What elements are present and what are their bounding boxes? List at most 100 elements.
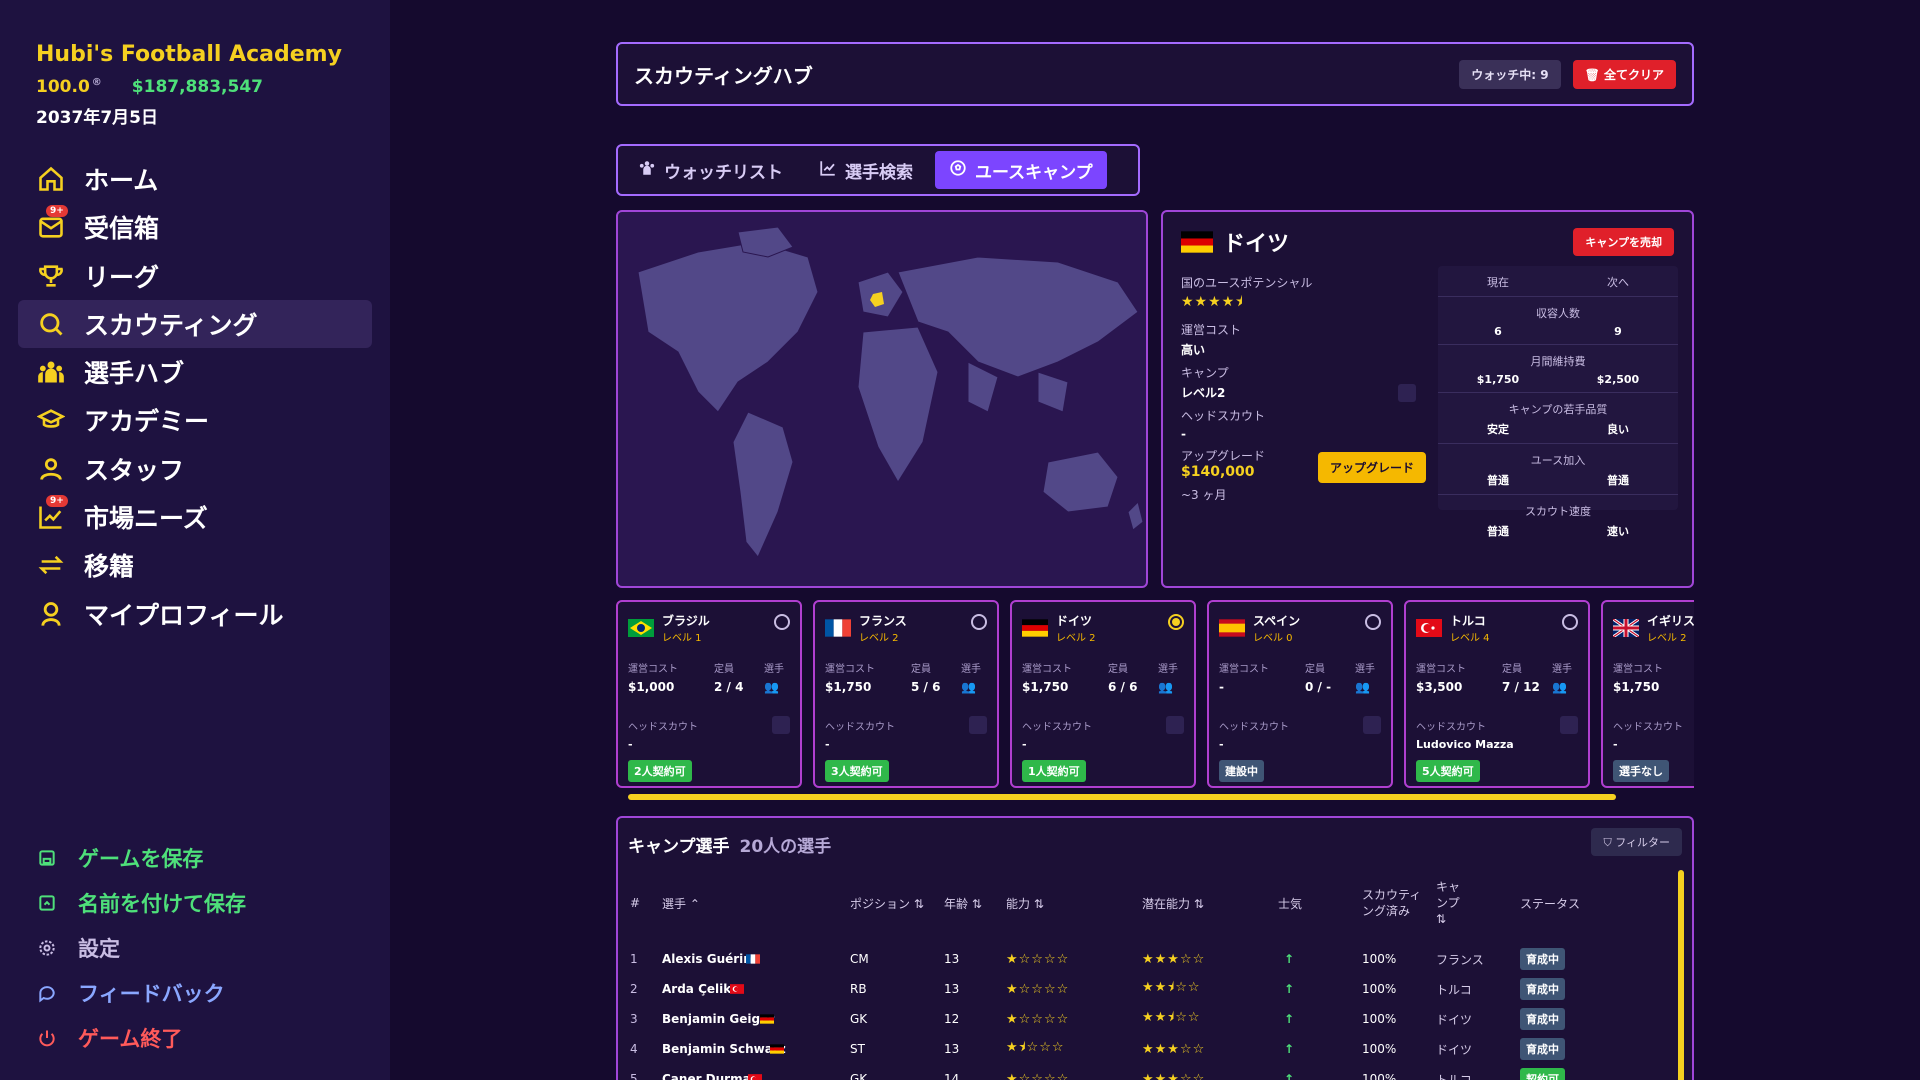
chat-icon [36,982,58,1004]
camp-select-radio[interactable] [774,614,790,630]
camp-stats-table: 現在 次へ 収容人数 69 月間維持費 $1,750 $2,500 キャンプの若手品… [1438,266,1678,538]
nav-market-needs[interactable]: 9+ 市場ニーズ [18,493,372,541]
home-icon [36,164,66,194]
tab-player-search[interactable]: 選手検索 [805,151,927,189]
scrollbar-thumb[interactable] [628,794,1616,800]
headscout-icon[interactable] [772,716,790,734]
nav-scouting[interactable]: スカウティング [18,299,372,348]
quit-game-button[interactable]: ゲーム終了 [36,1015,246,1060]
table-row[interactable]: 2 Arda Çelik RB 13 ★☆☆☆☆ ★★⯨☆☆ ↑ 100% トル… [618,974,1678,1004]
nav-transfer[interactable]: 移籍 [18,541,372,589]
assign-headscout-icon[interactable] [1398,384,1416,402]
profile-icon [36,599,66,629]
sort-age[interactable]: 年齢 ⇅ [944,868,982,938]
sell-camp-button[interactable]: キャンプを売却 [1573,228,1674,256]
nav-inbox[interactable]: 9+ 受信箱 [18,203,372,251]
nav-label: スカウティング [84,310,258,340]
turkey-flag-icon [748,1064,762,1080]
headscout-icon[interactable] [1166,716,1184,734]
potential-stars: ★★★☆☆ [1142,1071,1206,1080]
main-nav: ホーム 9+ 受信箱 リーグ スカウティング 選手ハブ アカデミー スタッフ 9… [18,155,372,638]
nav-label: アカデミー [84,407,210,437]
status-badge: 育成中 [1520,948,1565,970]
transfer-icon [36,550,66,580]
search-icon [36,309,66,339]
filter-button[interactable]: ⛉ フィルター [1591,828,1682,856]
table-row[interactable]: 5 Caner Durmaz GK 14 ★☆☆☆☆ ★★★☆☆ ↑ 100% … [618,1064,1678,1080]
graduation-cap-icon [36,405,66,435]
scouting-tabs: ウォッチリスト 選手検索 ユースキャンプ [616,144,1140,196]
camp-card-france[interactable]: フランス レベル 2 運営コスト 定員 選手 $1,750 5 / 6 👥 ヘッドスカウト… [813,600,999,788]
sort-camp[interactable]: キャンプ ⇅ [1436,868,1460,938]
nav-label: 移籍 [84,552,135,582]
sort-ability[interactable]: 能力 ⇅ [1006,868,1044,938]
potential-stars: ★★★☆☆ [1142,1041,1206,1057]
sort-potential[interactable]: 潜在能力 ⇅ [1142,868,1204,938]
france-flag-icon [746,944,760,974]
camp-cards: ブラジル レベル 1 運営コスト 定員 選手 $1,000 2 / 4 👥 ヘッドスカウト… [616,600,1694,790]
save-as-icon [36,892,58,914]
players-icon[interactable]: 👥 [1355,680,1385,694]
table-row[interactable]: 4 Benjamin Schwarz ST 13 ★⯨☆☆☆ ★★★☆☆ ↑ 1… [618,1034,1678,1064]
camp-card-spain[interactable]: スペイン レベル 0 運営コスト 定員 選手 -0 / - 👥 ヘッドスカウト - 建設… [1207,600,1393,788]
save-as-button[interactable]: 名前を付けて保存 [36,880,246,925]
tab-watchlist[interactable]: ウォッチリスト [624,151,797,189]
camp-select-radio[interactable] [1562,614,1578,630]
camp-status-badge: 2人契約可 [628,760,692,782]
status-badge: 契約可 [1520,1068,1565,1080]
camp-card-brazil[interactable]: ブラジル レベル 1 運営コスト 定員 選手 $1,000 2 / 4 👥 ヘッドスカウト… [616,600,802,788]
gear-icon [36,937,58,959]
camp-select-radio[interactable] [971,614,987,630]
sort-player[interactable]: 選手 ⌃ [662,868,700,938]
camp-card-turkey[interactable]: トルコ レベル 4 運営コスト 定員 選手 $3,500 7 / 12 👥 ヘッドスカウト… [1404,600,1590,788]
status-badge: 育成中 [1520,978,1565,1000]
nav-league[interactable]: リーグ [18,252,372,300]
watching-count-button[interactable]: ウォッチ中: 9 [1459,59,1561,89]
table-scrollbar[interactable] [1678,870,1684,1080]
tab-youth-camp[interactable]: ユースキャンプ [935,151,1107,189]
uk-flag-icon [1613,619,1639,637]
camp-cards-scrollbar[interactable] [616,794,1694,800]
france-flag-icon [825,619,851,637]
headscout-icon[interactable] [969,716,987,734]
nav-home[interactable]: ホーム [18,155,372,203]
status-badge: 育成中 [1520,1008,1565,1030]
nav-profile[interactable]: マイプロフィール [18,590,372,638]
morale-up-icon: ↑ [1284,952,1295,966]
players-icon[interactable]: 👥 [961,680,991,694]
camp-select-radio[interactable] [1168,614,1184,630]
players-icon[interactable]: 👥 [1552,680,1582,694]
status-badge: 育成中 [1520,1038,1565,1060]
headscout-icon[interactable] [1560,716,1578,734]
germany-flag-icon [760,1004,774,1034]
nav-player-hub[interactable]: 選手ハブ [18,348,372,396]
players-icon[interactable]: 👥 [1158,680,1188,694]
players-icon[interactable]: 👥 [764,680,794,694]
nav-academy[interactable]: アカデミー [18,396,372,444]
upgrade-button[interactable]: アップグレード [1318,452,1427,483]
chart-line-icon [819,159,837,182]
save-game-button[interactable]: ゲームを保存 [36,835,246,880]
camp-status-badge: 5人契約可 [1416,760,1480,782]
camp-select-radio[interactable] [1365,614,1381,630]
potential-stars: ★★⯨☆☆ [1142,1010,1201,1025]
players-icon [36,357,66,387]
world-map-svg [637,226,1144,558]
table-row[interactable]: 1 Alexis Guérin CM 13 ★☆☆☆☆ ★★★☆☆ ↑ 100%… [618,944,1678,974]
reputation: 100.0 ® [36,77,102,97]
table-row[interactable]: 3 Benjamin Geiger GK 12 ★☆☆☆☆ ★★⯨☆☆ ↑ 10… [618,1004,1678,1034]
feedback-button[interactable]: フィードバック [36,970,246,1015]
scouting-hub-header: スカウティングハブ ウォッチ中: 9 🗑 全てクリア [616,42,1694,106]
brazil-flag-icon [628,619,654,637]
nav-label: 選手ハブ [84,359,185,389]
world-map[interactable] [616,210,1148,588]
camp-players-panel: キャンプ選手 20人の選手 ⛉ フィルター # 選手 ⌃ ポジション ⇅ 年齢 ⇅… [616,816,1694,1080]
clear-all-button[interactable]: 🗑 全てクリア [1572,59,1676,89]
sort-position[interactable]: ポジション ⇅ [850,868,924,938]
morale-up-icon: ↑ [1284,982,1295,996]
nav-staff[interactable]: スタッフ [18,445,372,493]
camp-card-germany[interactable]: ドイツ レベル 2 運営コスト 定員 選手 $1,750 6 / 6 👥 ヘッドスカウト … [1010,600,1196,788]
camp-card-uk[interactable]: イギリス レベル 2 運営コスト $1,750 ヘッドスカウト - 選手なし [1601,600,1694,788]
headscout-icon[interactable] [1363,716,1381,734]
settings-button[interactable]: 設定 [36,925,246,970]
